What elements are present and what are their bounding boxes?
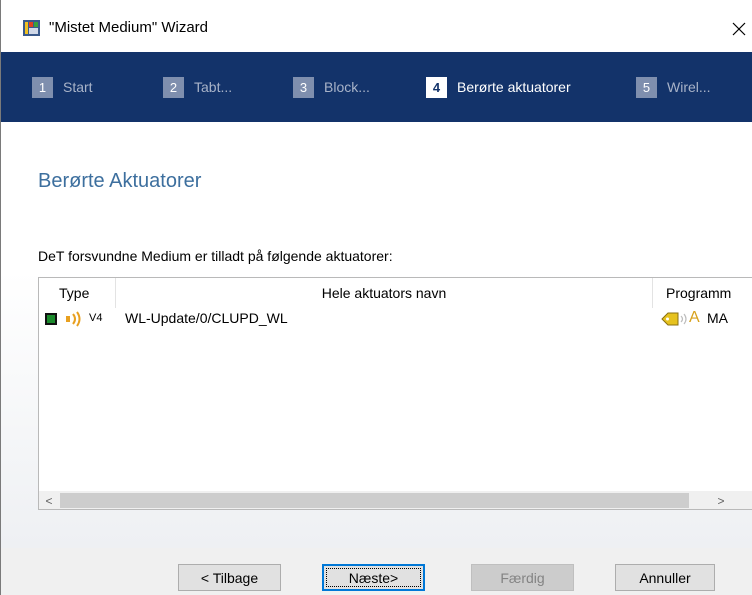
finish-button: Færdig <box>471 564 574 591</box>
focus-rect <box>326 568 421 587</box>
next-button[interactable]: Næste> <box>322 564 425 591</box>
wizard-window: "Mistet Medium" Wizard 1 Start 2 Tabt...… <box>0 0 752 595</box>
close-button[interactable] <box>726 12 752 44</box>
step-tabt[interactable]: 2 Tabt... <box>163 75 232 99</box>
programming-status: MA <box>707 310 728 326</box>
column-header-type[interactable]: Type <box>39 278 116 308</box>
step-label: Berørte aktuatorer <box>457 79 571 95</box>
step-label: Block... <box>324 79 370 95</box>
step-block[interactable]: 3 Block... <box>293 75 370 99</box>
step-label: Wirel... <box>667 79 711 95</box>
back-button[interactable]: < Tilbage <box>178 564 281 591</box>
scroll-right-arrow[interactable]: > <box>711 491 731 509</box>
wizard-content: Berørte Aktuatorer DeT forsvundne Medium… <box>1 122 752 548</box>
window-title: "Mistet Medium" Wizard <box>49 19 209 36</box>
table-row[interactable]: V4 WL-Update/0/CLUPD_WL A MA <box>39 308 752 331</box>
scroll-left-arrow[interactable]: < <box>39 491 59 509</box>
column-header-name[interactable]: Hele aktuators navn <box>116 278 653 308</box>
title-bar[interactable]: "Mistet Medium" Wizard <box>1 0 752 52</box>
step-number: 1 <box>32 76 53 98</box>
step-label: Start <box>63 79 93 95</box>
step-wireless[interactable]: 5 Wirel... <box>636 75 711 99</box>
letter-a-icon: A <box>689 309 700 326</box>
actuator-list[interactable]: Type Hele aktuators navn Programm V4 WL-… <box>38 277 752 510</box>
close-icon <box>732 22 746 36</box>
wizard-footer: < Tilbage Næste> Færdig Annuller <box>1 548 752 595</box>
sound-wave-icon <box>66 311 81 327</box>
step-label: Tabt... <box>194 79 233 95</box>
step-number: 3 <box>293 76 314 98</box>
app-icon <box>23 20 40 36</box>
step-start[interactable]: 1 Start <box>32 75 93 99</box>
type-version: V4 <box>89 312 103 324</box>
cancel-button[interactable]: Annuller <box>615 564 715 591</box>
step-number: 2 <box>163 76 184 98</box>
column-header-programming[interactable]: Programm <box>653 278 752 308</box>
step-number: 4 <box>426 76 447 98</box>
actuator-name: WL-Update/0/CLUPD_WL <box>125 310 288 326</box>
step-number: 5 <box>636 76 657 98</box>
wizard-step-bar: 1 Start 2 Tabt... 3 Block... 4 Berørte a… <box>1 52 752 122</box>
list-header: Type Hele aktuators navn Programm <box>39 278 752 308</box>
green-square-icon <box>45 313 57 325</box>
info-text: DeT forsvundne Medium er tilladt på følg… <box>38 248 393 264</box>
horizontal-scrollbar[interactable]: < > <box>39 491 752 509</box>
wireless-icon <box>680 313 687 325</box>
transponder-tag-icon <box>661 312 679 326</box>
page-title: Berørte Aktuatorer <box>38 170 202 192</box>
scroll-thumb[interactable] <box>60 493 689 508</box>
step-berorte-aktuatorer[interactable]: 4 Berørte aktuatorer <box>426 75 571 99</box>
